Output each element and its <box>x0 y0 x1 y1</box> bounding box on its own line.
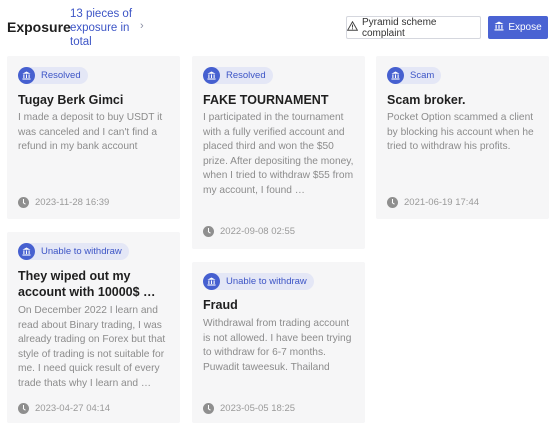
card-body: I participated in the tournament with a … <box>203 112 354 196</box>
date-text: 2023-04-27 04:14 <box>35 402 111 414</box>
status-badge: Unable to withdraw <box>203 273 314 290</box>
date-text: 2022-09-08 02:55 <box>220 225 296 237</box>
exposure-card[interactable]: Resolved FAKE TOURNAMENT I participated … <box>192 56 365 249</box>
exposure-card[interactable]: Resolved Tugay Berk Gimci I made a depos… <box>7 56 180 219</box>
card-body: I made a deposit to buy USDT it was canc… <box>18 112 163 152</box>
expose-button[interactable]: Expose <box>488 16 548 39</box>
exposure-count-link[interactable]: 13 pieces of exposure in total <box>70 7 140 49</box>
status-badge: Resolved <box>18 67 88 84</box>
card-body: On December 2022 I learn and read about … <box>18 305 166 389</box>
card-date: 2023-11-28 16:39 <box>18 196 109 208</box>
card-title: They wiped out my account with 10000$ … <box>18 269 156 299</box>
pyramid-scheme-complaint-button[interactable]: Pyramid scheme complaint <box>346 16 481 39</box>
card-title: Fraud <box>203 298 238 312</box>
date-text: 2023-11-28 16:39 <box>35 196 110 208</box>
card-date: 2022-09-08 02:55 <box>203 225 295 237</box>
bank-icon <box>203 273 220 290</box>
clock-icon <box>387 196 398 208</box>
status-label: Unable to withdraw <box>29 243 129 260</box>
status-badge: Scam <box>387 67 442 84</box>
page-title: Exposure <box>7 19 71 35</box>
status-label: Resolved <box>29 67 88 84</box>
card-date: 2023-05-05 18:25 <box>203 402 295 414</box>
card-title: Scam broker. <box>387 93 466 107</box>
date-text: 2023-05-05 18:25 <box>220 402 296 414</box>
bank-icon <box>203 67 220 84</box>
complaint-label: Pyramid scheme complaint <box>362 16 437 39</box>
date-text: 2021-06-19 17:44 <box>404 196 480 208</box>
bank-icon <box>18 67 35 84</box>
card-date: 2023-04-27 04:14 <box>18 402 110 414</box>
exposure-card[interactable]: Scam Scam broker. Pocket Option scammed … <box>376 56 549 219</box>
status-label: Resolved <box>214 67 273 84</box>
exposure-panel: Exposure 13 pieces of exposure in total … <box>0 0 554 423</box>
bank-icon <box>387 67 404 84</box>
card-date: 2021-06-19 17:44 <box>387 196 479 208</box>
card-title: FAKE TOURNAMENT <box>203 93 329 107</box>
bank-icon <box>494 21 504 34</box>
status-badge: Resolved <box>203 67 273 84</box>
exposure-card[interactable]: Unable to withdraw They wiped out my acc… <box>7 232 180 423</box>
card-body: Pocket Option scammed a client by blocki… <box>387 112 534 152</box>
clock-icon <box>203 225 214 237</box>
exposure-card[interactable]: Unable to withdraw Fraud Withdrawal from… <box>192 262 365 423</box>
clock-icon <box>18 402 29 414</box>
clock-icon <box>18 196 29 208</box>
status-badge: Unable to withdraw <box>18 243 129 260</box>
chevron-right-icon[interactable]: › <box>140 20 144 32</box>
card-body: Withdrawal from trading account is not a… <box>203 318 352 373</box>
bank-icon <box>18 243 35 260</box>
clock-icon <box>203 402 214 414</box>
expose-label: Expose <box>508 22 542 33</box>
status-label: Scam <box>398 67 442 84</box>
card-title: Tugay Berk Gimci <box>18 93 124 107</box>
warning-icon <box>346 20 359 34</box>
status-label: Unable to withdraw <box>214 273 314 290</box>
